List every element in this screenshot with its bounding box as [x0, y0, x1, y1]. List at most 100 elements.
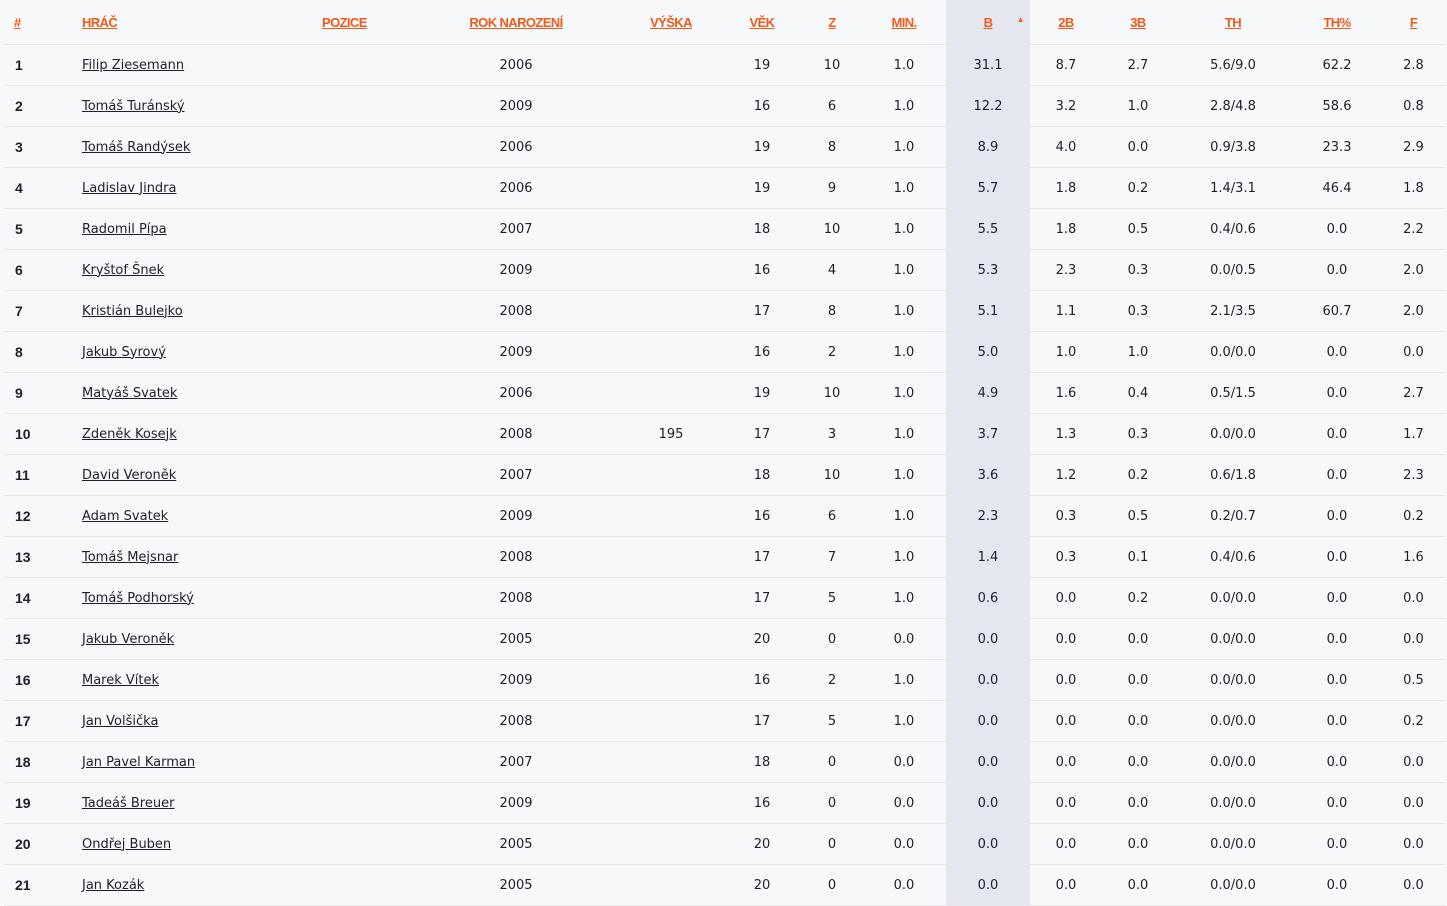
column-header-rank[interactable]: #	[4, 0, 82, 45]
player-link[interactable]: Tomáš Podhorský	[82, 591, 194, 606]
cell-minutes: 1.0	[862, 85, 946, 127]
column-header-ft[interactable]: TH	[1174, 0, 1292, 45]
cell-minutes: 0.0	[862, 823, 946, 865]
player-link[interactable]: Jan Kozák	[82, 878, 144, 893]
column-header-fouls[interactable]: F	[1382, 0, 1445, 45]
cell-games: 5	[802, 577, 862, 619]
cell-games: 4	[802, 249, 862, 291]
column-header-two-pt[interactable]: 2B	[1030, 0, 1102, 45]
column-header-birth-year[interactable]: Rok narození	[412, 0, 620, 45]
cell-player: Jakub Syrový	[82, 331, 294, 373]
cell-rank: 5	[4, 208, 82, 250]
column-header-height[interactable]: Výška	[620, 0, 722, 45]
player-link[interactable]: Ondřej Buben	[82, 837, 171, 852]
cell-two-pt: 1.3	[1030, 413, 1102, 455]
player-link[interactable]: Radomil Pípa	[82, 222, 167, 237]
cell-player: Tomáš Randýsek	[82, 126, 294, 168]
player-link[interactable]: David Veroněk	[82, 468, 176, 483]
cell-points: 4.9	[946, 372, 1030, 414]
cell-height	[620, 249, 722, 291]
player-link[interactable]: Ladislav Jindra	[82, 181, 177, 196]
player-link[interactable]: Kryštof Šnek	[82, 263, 164, 278]
column-header-position[interactable]: Pozice	[294, 0, 412, 45]
column-header-games[interactable]: Z	[802, 0, 862, 45]
table-row: 16 Marek Vítek 2009 16 2 1.0 0.0 0.0 0.0 0.0/0.0 0…	[4, 659, 1445, 701]
cell-rank: 7	[4, 290, 82, 332]
cell-three-pt: 0.5	[1102, 208, 1174, 250]
column-header-ft-pct[interactable]: TH%	[1292, 0, 1382, 45]
cell-ft: 0.0/0.0	[1174, 413, 1292, 455]
cell-two-pt: 1.8	[1030, 167, 1102, 209]
cell-fouls: 0.0	[1382, 331, 1445, 373]
cell-minutes: 0.0	[862, 782, 946, 824]
cell-ft-pct: 0.0	[1292, 782, 1382, 824]
cell-position	[294, 823, 412, 865]
cell-birth-year: 2008	[412, 290, 620, 332]
cell-points: 0.0	[946, 782, 1030, 824]
column-header-age[interactable]: Věk	[722, 0, 802, 45]
table-row: 5 Radomil Pípa 2007 18 10 1.0 5.5 1.8 0.5 0.4/0.6…	[4, 208, 1445, 250]
cell-position	[294, 331, 412, 373]
player-link[interactable]: Tomáš Randýsek	[82, 140, 190, 155]
table-row: 11 David Veroněk 2007 18 10 1.0 3.6 1.2 0.2 0.6/1…	[4, 454, 1445, 496]
column-header-player[interactable]: Hráč	[82, 0, 294, 45]
player-link[interactable]: Zdeněk Kosejk	[82, 427, 177, 442]
cell-minutes: 0.0	[862, 741, 946, 783]
player-link[interactable]: Tomáš Turánský	[82, 99, 185, 114]
sort-desc-icon: ▲	[1016, 15, 1025, 24]
cell-birth-year: 2005	[412, 823, 620, 865]
cell-points: 0.0	[946, 823, 1030, 865]
cell-birth-year: 2009	[412, 85, 620, 127]
table-row: 12 Adam Svatek 2009 16 6 1.0 2.3 0.3 0.5 0.2/0.7 0…	[4, 495, 1445, 537]
cell-birth-year: 2006	[412, 372, 620, 414]
player-link[interactable]: Matyáš Svatek	[82, 386, 177, 401]
player-link[interactable]: Kristián Bulejko	[82, 304, 183, 319]
cell-birth-year: 2009	[412, 659, 620, 701]
player-link[interactable]: Adam Svatek	[82, 509, 168, 524]
cell-position	[294, 618, 412, 660]
cell-height	[620, 864, 722, 906]
column-header-three-pt[interactable]: 3B	[1102, 0, 1174, 45]
column-header-points[interactable]: B ▲	[946, 0, 1030, 45]
cell-two-pt: 0.3	[1030, 495, 1102, 537]
player-link[interactable]: Filip Ziesemann	[82, 58, 184, 73]
cell-ft-pct: 0.0	[1292, 208, 1382, 250]
cell-rank: 4	[4, 167, 82, 209]
cell-fouls: 1.8	[1382, 167, 1445, 209]
player-link[interactable]: Jan Volšička	[82, 714, 158, 729]
cell-height	[620, 85, 722, 127]
player-link[interactable]: Jakub Veroněk	[82, 632, 174, 647]
column-header-minutes[interactable]: Min.	[862, 0, 946, 45]
cell-position	[294, 536, 412, 578]
cell-three-pt: 0.2	[1102, 454, 1174, 496]
cell-fouls: 2.3	[1382, 454, 1445, 496]
player-link[interactable]: Tadeáš Breuer	[82, 796, 174, 811]
table-row: 1 Filip Ziesemann 2006 19 10 1.0 31.1 8.7 2.7 5.6…	[4, 44, 1445, 86]
cell-games: 5	[802, 700, 862, 742]
player-link[interactable]: Marek Vítek	[82, 673, 159, 688]
cell-fouls: 0.0	[1382, 741, 1445, 783]
table-row: 20 Ondřej Buben 2005 20 0 0.0 0.0 0.0 0.0 0.0/0.0…	[4, 823, 1445, 865]
player-link[interactable]: Jan Pavel Karman	[82, 755, 195, 770]
stats-table-wrapper: # Hráč Pozice Rok narození Výška Věk Z M…	[4, 0, 1445, 906]
cell-age: 18	[722, 741, 802, 783]
cell-age: 17	[722, 700, 802, 742]
cell-rank: 6	[4, 249, 82, 291]
cell-player: Ondřej Buben	[82, 823, 294, 865]
table-row: 10 Zdeněk Kosejk 2008 195 17 3 1.0 3.7 1.3 0.3 0.0…	[4, 413, 1445, 455]
player-link[interactable]: Tomáš Mejsnar	[82, 550, 178, 565]
cell-ft-pct: 0.0	[1292, 864, 1382, 906]
cell-three-pt: 2.7	[1102, 44, 1174, 86]
cell-rank: 3	[4, 126, 82, 168]
cell-position	[294, 249, 412, 291]
cell-rank: 15	[4, 618, 82, 660]
player-link[interactable]: Jakub Syrový	[82, 345, 166, 360]
cell-minutes: 1.0	[862, 44, 946, 86]
cell-player: Tomáš Podhorský	[82, 577, 294, 619]
cell-minutes: 1.0	[862, 167, 946, 209]
cell-three-pt: 0.0	[1102, 823, 1174, 865]
cell-ft: 0.0/0.0	[1174, 864, 1292, 906]
cell-player: Adam Svatek	[82, 495, 294, 537]
cell-ft: 0.0/0.0	[1174, 659, 1292, 701]
cell-points: 12.2	[946, 85, 1030, 127]
